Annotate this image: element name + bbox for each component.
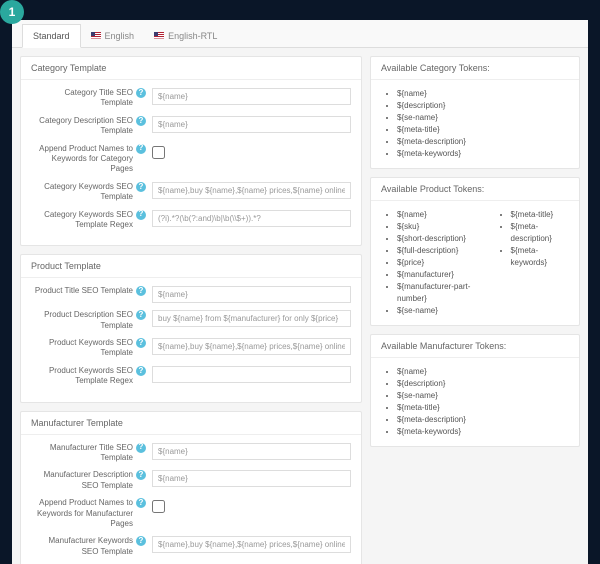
product-description-input[interactable]	[152, 310, 351, 327]
token-item: ${short-description}	[397, 233, 479, 245]
help-icon[interactable]: ?	[136, 470, 146, 480]
category-append-checkbox[interactable]	[152, 146, 165, 159]
token-item: ${description}	[397, 100, 466, 112]
token-item: ${meta-description}	[511, 221, 565, 245]
tab-standard[interactable]: Standard	[22, 24, 81, 48]
product-title-input[interactable]	[152, 286, 351, 303]
field-label: Manufacturer Title SEO Template	[31, 443, 133, 464]
help-icon[interactable]: ?	[136, 210, 146, 220]
help-icon[interactable]: ?	[136, 366, 146, 376]
section-title: Product Template	[21, 255, 361, 278]
section-title: Manufacturer Template	[21, 412, 361, 435]
field-label: Manufacturer Keywords SEO Template	[31, 536, 133, 557]
category-template-section: Category Template Category Title SEO Tem…	[20, 56, 362, 246]
token-item: ${meta-keywords}	[511, 245, 565, 269]
token-item: ${meta-title}	[397, 124, 466, 136]
help-icon[interactable]: ?	[136, 536, 146, 546]
help-icon[interactable]: ?	[136, 144, 146, 154]
help-icon[interactable]: ?	[136, 88, 146, 98]
field-label: Product Title SEO Template	[35, 286, 133, 296]
token-item: ${meta-description}	[397, 136, 466, 148]
token-item: ${name}	[397, 366, 466, 378]
help-icon[interactable]: ?	[136, 182, 146, 192]
field-label: Category Keywords SEO Template Regex	[31, 210, 133, 231]
token-item: ${meta-title}	[511, 209, 565, 221]
tab-english-rtl[interactable]: English-RTL	[144, 24, 227, 47]
tab-label: Standard	[33, 31, 70, 41]
field-label: Product Keywords SEO Template	[31, 338, 133, 359]
field-label: Category Description SEO Template	[31, 116, 133, 137]
field-label: Manufacturer Description SEO Template	[31, 470, 133, 491]
token-item: ${full-description}	[397, 245, 479, 257]
help-icon[interactable]: ?	[136, 116, 146, 126]
product-tokens-list-1: ${name}${sku}${short-description}${full-…	[385, 209, 479, 317]
field-label: Category Keywords SEO Template	[31, 182, 133, 203]
step-badge: 1	[0, 0, 24, 24]
token-item: ${se-name}	[397, 390, 466, 402]
tokens-title: Available Manufacturer Tokens:	[371, 335, 579, 358]
product-tokens-list-2: ${meta-title}${meta-description}${meta-k…	[499, 209, 565, 317]
field-label: Append Product Names to Keywords for Man…	[31, 498, 133, 529]
category-keywords-input[interactable]	[152, 182, 351, 199]
product-tokens-box: Available Product Tokens: ${name}${sku}$…	[370, 177, 580, 326]
manufacturer-keywords-input[interactable]	[152, 536, 351, 553]
field-label: Append Product Names to Keywords for Cat…	[31, 144, 133, 175]
category-description-input[interactable]	[152, 116, 351, 133]
tokens-title: Available Product Tokens:	[371, 178, 579, 201]
help-icon[interactable]: ?	[136, 443, 146, 453]
token-item: ${description}	[397, 378, 466, 390]
manufacturer-tokens-box: Available Manufacturer Tokens: ${name}${…	[370, 334, 580, 447]
category-title-input[interactable]	[152, 88, 351, 105]
token-item: ${se-name}	[397, 305, 479, 317]
token-item: ${price}	[397, 257, 479, 269]
settings-panel: Standard English English-RTL Category Te…	[12, 20, 588, 564]
help-icon[interactable]: ?	[136, 498, 146, 508]
tab-english[interactable]: English	[81, 24, 145, 47]
field-label: Product Keywords SEO Template Regex	[31, 366, 133, 387]
help-icon[interactable]: ?	[136, 338, 146, 348]
tab-label: English-RTL	[168, 31, 217, 41]
token-item: ${meta-keywords}	[397, 426, 466, 438]
manufacturer-template-section: Manufacturer Template Manufacturer Title…	[20, 411, 362, 564]
product-template-section: Product Template Product Title SEO Templ…	[20, 254, 362, 402]
category-regex-input[interactable]	[152, 210, 351, 227]
token-item: ${meta-description}	[397, 414, 466, 426]
token-item: ${name}	[397, 88, 466, 100]
token-item: ${name}	[397, 209, 479, 221]
token-item: ${meta-keywords}	[397, 148, 466, 160]
field-label: Category Title SEO Template	[31, 88, 133, 109]
category-tokens-list: ${name}${description}${se-name}${meta-ti…	[385, 88, 466, 160]
manufacturer-tokens-list: ${name}${description}${se-name}${meta-ti…	[385, 366, 466, 438]
token-item: ${manufacturer-part-number}	[397, 281, 479, 305]
token-item: ${manufacturer}	[397, 269, 479, 281]
language-tabs: Standard English English-RTL	[12, 20, 588, 48]
manufacturer-description-input[interactable]	[152, 470, 351, 487]
manufacturer-title-input[interactable]	[152, 443, 351, 460]
field-label: Product Description SEO Template	[31, 310, 133, 331]
manufacturer-append-checkbox[interactable]	[152, 500, 165, 513]
category-tokens-box: Available Category Tokens: ${name}${desc…	[370, 56, 580, 169]
token-item: ${meta-title}	[397, 402, 466, 414]
help-icon[interactable]: ?	[136, 310, 146, 320]
section-title: Category Template	[21, 57, 361, 80]
token-item: ${se-name}	[397, 112, 466, 124]
product-regex-input[interactable]	[152, 366, 351, 383]
tokens-title: Available Category Tokens:	[371, 57, 579, 80]
us-flag-icon	[154, 32, 164, 39]
product-keywords-input[interactable]	[152, 338, 351, 355]
token-item: ${sku}	[397, 221, 479, 233]
tab-label: English	[105, 31, 135, 41]
help-icon[interactable]: ?	[136, 286, 146, 296]
us-flag-icon	[91, 32, 101, 39]
